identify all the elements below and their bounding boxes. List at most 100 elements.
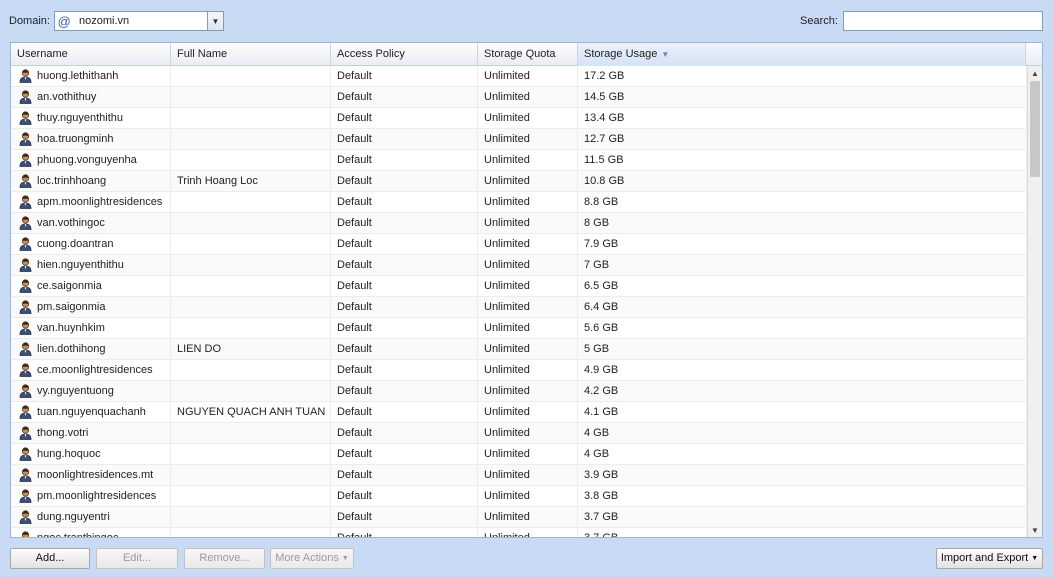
table-row[interactable]: thuy.nguyenthithu Default Unlimited 13.4 GB	[11, 108, 1027, 129]
cell-storage-usage: 3.7 GB	[578, 507, 1027, 527]
scroll-down-icon[interactable]: ▼	[1028, 525, 1042, 537]
add-button[interactable]: Add...	[10, 548, 90, 569]
table-row[interactable]: van.huynhkim Default Unlimited 5.6 GB	[11, 318, 1027, 339]
cell-full-name	[171, 381, 331, 401]
user-icon	[19, 153, 32, 167]
table-row[interactable]: an.vothithuy Default Unlimited 14.5 GB	[11, 87, 1027, 108]
cell-access-policy: Default	[331, 192, 478, 212]
import-export-button[interactable]: Import and Export ▼	[936, 548, 1043, 569]
column-header-full-name[interactable]: Full Name	[171, 43, 331, 66]
user-icon	[19, 90, 32, 104]
chevron-down-icon: ▼	[1031, 555, 1039, 562]
cell-username: hien.nguyenthithu	[11, 255, 171, 275]
cell-full-name	[171, 507, 331, 527]
table-row[interactable]: hung.hoquoc Default Unlimited 4 GB	[11, 444, 1027, 465]
grid-rows: huong.lethithanh Default Unlimited 17.2 GB a…	[11, 66, 1027, 537]
cell-full-name	[171, 255, 331, 275]
cell-storage-quota: Unlimited	[478, 486, 578, 506]
table-row[interactable]: lien.dothihong LIEN DO Default Unlimited 5 G…	[11, 339, 1027, 360]
cell-access-policy: Default	[331, 171, 478, 191]
column-header-access-policy[interactable]: Access Policy	[331, 43, 478, 66]
cell-access-policy: Default	[331, 465, 478, 485]
cell-access-policy: Default	[331, 234, 478, 254]
cell-access-policy: Default	[331, 423, 478, 443]
table-row[interactable]: hoa.truongminh Default Unlimited 12.7 GB	[11, 129, 1027, 150]
cell-storage-usage: 4 GB	[578, 444, 1027, 464]
cell-storage-usage: 7.9 GB	[578, 234, 1027, 254]
username-text: thuy.nguyenthithu	[37, 112, 124, 124]
table-row[interactable]: apm.moonlightresidences Default Unlimited 8…	[11, 192, 1027, 213]
table-row[interactable]: tuan.nguyenquachanh NGUYEN QUACH ANH TUAN…	[11, 402, 1027, 423]
chevron-down-icon[interactable]: ▼	[207, 12, 223, 30]
vertical-scrollbar[interactable]: ▲ ▼	[1027, 66, 1042, 537]
table-row[interactable]: ngoc.tranthingoc Default Unlimited 3.7 GB	[11, 528, 1027, 537]
cell-access-policy: Default	[331, 318, 478, 338]
table-row[interactable]: ce.moonlightresidences Default Unlimited 4.…	[11, 360, 1027, 381]
user-icon	[19, 195, 32, 209]
username-text: tuan.nguyenquachanh	[37, 406, 146, 418]
remove-button[interactable]: Remove...	[184, 548, 265, 569]
user-icon	[19, 342, 32, 356]
table-row[interactable]: loc.trinhhoang Trinh Hoang Loc Default Unli…	[11, 171, 1027, 192]
user-icon	[19, 531, 32, 537]
table-row[interactable]: moonlightresidences.mt Default Unlimited 3.…	[11, 465, 1027, 486]
cell-storage-quota: Unlimited	[478, 213, 578, 233]
search-label: Search:	[800, 15, 838, 27]
username-text: pm.moonlightresidences	[37, 490, 157, 502]
column-header-storage-quota[interactable]: Storage Quota	[478, 43, 578, 66]
table-row[interactable]: dung.nguyentri Default Unlimited 3.7 GB	[11, 507, 1027, 528]
cell-storage-quota: Unlimited	[478, 507, 578, 527]
cell-full-name	[171, 129, 331, 149]
table-row[interactable]: phuong.vonguyenha Default Unlimited 11.5 GB	[11, 150, 1027, 171]
cell-username: phuong.vonguyenha	[11, 150, 171, 170]
cell-full-name	[171, 318, 331, 338]
cell-username: van.huynhkim	[11, 318, 171, 338]
table-row[interactable]: vy.nguyentuong Default Unlimited 4.2 GB	[11, 381, 1027, 402]
column-header-storage-usage[interactable]: Storage Usage ▼	[578, 43, 1026, 66]
cell-full-name	[171, 234, 331, 254]
cell-full-name	[171, 213, 331, 233]
cell-storage-quota: Unlimited	[478, 129, 578, 149]
cell-storage-usage: 8 GB	[578, 213, 1027, 233]
username-text: hoa.truongminh	[37, 133, 114, 145]
table-row[interactable]: hien.nguyenthithu Default Unlimited 7 GB	[11, 255, 1027, 276]
cell-access-policy: Default	[331, 402, 478, 422]
domain-label: Domain:	[9, 15, 50, 27]
cell-storage-quota: Unlimited	[478, 339, 578, 359]
cell-username: loc.trinhhoang	[11, 171, 171, 191]
domain-select[interactable]: @ nozomi.vn ▼	[54, 11, 224, 31]
username-text: hung.hoquoc	[37, 448, 101, 460]
grid-header: Username Full Name Access Policy Storage…	[11, 43, 1042, 66]
edit-button[interactable]: Edit...	[96, 548, 178, 569]
more-actions-button[interactable]: More Actions ▼	[270, 548, 354, 569]
user-icon	[19, 321, 32, 335]
username-text: van.vothingoc	[37, 217, 105, 229]
cell-username: pm.moonlightresidences	[11, 486, 171, 506]
table-row[interactable]: pm.moonlightresidences Default Unlimited 3.…	[11, 486, 1027, 507]
table-row[interactable]: ce.saigonmia Default Unlimited 6.5 GB	[11, 276, 1027, 297]
cell-full-name: Trinh Hoang Loc	[171, 171, 331, 191]
scrollbar-thumb[interactable]	[1030, 81, 1040, 177]
user-icon	[19, 384, 32, 398]
cell-storage-usage: 4.9 GB	[578, 360, 1027, 380]
cell-storage-usage: 3.8 GB	[578, 486, 1027, 506]
cell-full-name	[171, 66, 331, 86]
table-row[interactable]: cuong.doantran Default Unlimited 7.9 GB	[11, 234, 1027, 255]
table-row[interactable]: van.vothingoc Default Unlimited 8 GB	[11, 213, 1027, 234]
cell-storage-usage: 11.5 GB	[578, 150, 1027, 170]
scroll-up-icon[interactable]: ▲	[1028, 68, 1042, 80]
import-export-label: Import and Export	[940, 552, 1029, 564]
column-header-storage-usage-label: Storage Usage	[584, 48, 658, 60]
username-text: ce.moonlightresidences	[37, 364, 153, 376]
cell-storage-quota: Unlimited	[478, 66, 578, 86]
search-input[interactable]	[843, 11, 1043, 31]
username-text: van.huynhkim	[37, 322, 105, 334]
cell-username: an.vothithuy	[11, 87, 171, 107]
column-header-username[interactable]: Username	[11, 43, 171, 66]
table-row[interactable]: huong.lethithanh Default Unlimited 17.2 GB	[11, 66, 1027, 87]
table-row[interactable]: pm.saigonmia Default Unlimited 6.4 GB	[11, 297, 1027, 318]
username-text: pm.saigonmia	[37, 301, 106, 313]
table-row[interactable]: thong.votri Default Unlimited 4 GB	[11, 423, 1027, 444]
cell-full-name	[171, 444, 331, 464]
cell-storage-usage: 4.2 GB	[578, 381, 1027, 401]
